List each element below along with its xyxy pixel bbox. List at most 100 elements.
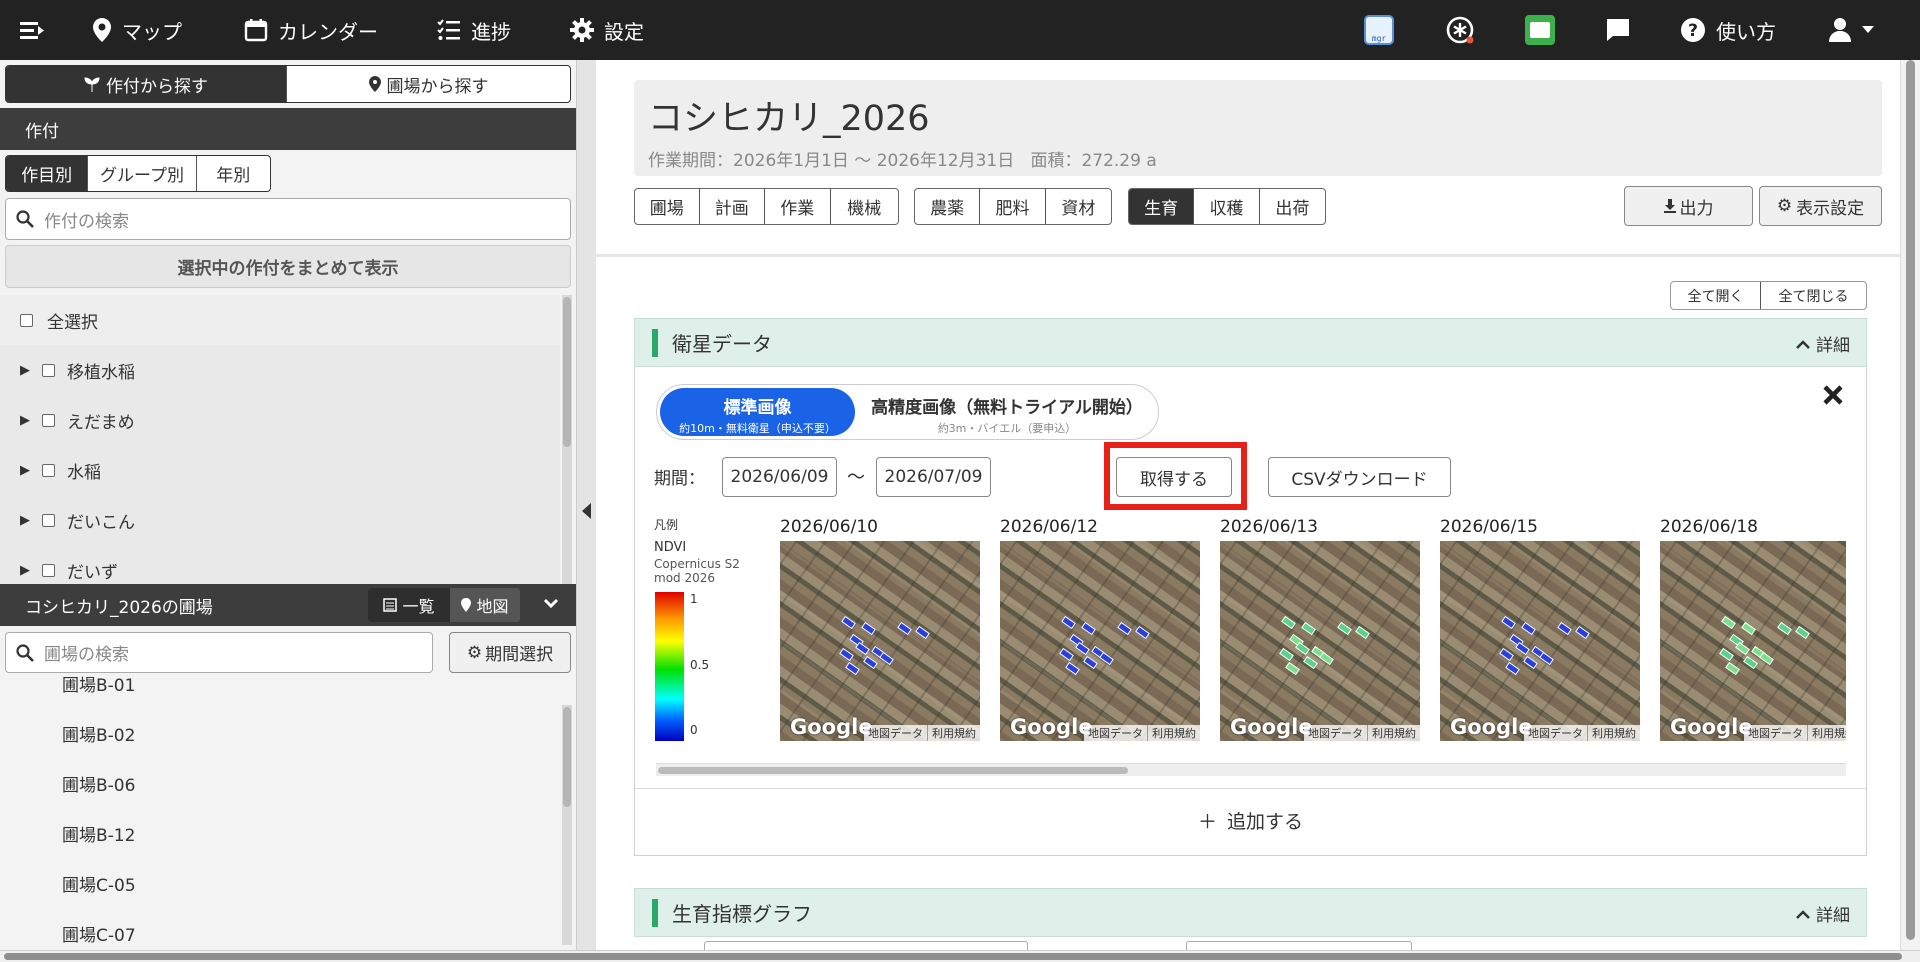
- horizontal-scrollbar[interactable]: [0, 950, 1920, 962]
- collapse-all-button[interactable]: 全て閉じる: [1761, 282, 1866, 309]
- select-all-row[interactable]: 全選択: [0, 295, 560, 345]
- map-data-link[interactable]: 地図データ: [1524, 725, 1587, 741]
- standard-image-option[interactable]: 標準画像 約10m・無料衛星（申込不要）: [660, 388, 855, 436]
- expand-triangle-icon[interactable]: ▶: [20, 563, 30, 578]
- satellite-image[interactable]: Google地図データ利用規約: [1660, 541, 1846, 741]
- nav-progress[interactable]: 進捗: [437, 0, 511, 60]
- satellite-image[interactable]: Google地図データ利用規約: [1440, 541, 1640, 741]
- tab-list-view[interactable]: 一覧: [368, 588, 450, 622]
- crop-row[interactable]: ▶ えだまめ: [0, 395, 560, 445]
- show-selected-crops-button[interactable]: 選択中の作付をまとめて表示: [5, 245, 571, 288]
- crop-checkbox[interactable]: [42, 464, 55, 477]
- high-res-image-option[interactable]: 高精度画像（無料トライアル開始） 約3m・バイエル（要申込）: [862, 388, 1152, 436]
- terms-link[interactable]: 利用規約: [1367, 725, 1420, 741]
- divider: [596, 254, 1900, 257]
- field-row[interactable]: 圃場B-12: [0, 808, 560, 858]
- tab-materials[interactable]: 資材: [1046, 189, 1111, 224]
- user-icon: [1828, 17, 1852, 43]
- tab-fields[interactable]: 圃場: [635, 189, 700, 224]
- tab-shipping[interactable]: 出荷: [1260, 189, 1325, 224]
- mgr-app-icon[interactable]: mgr: [1364, 0, 1394, 60]
- tab-search-by-crop[interactable]: 作付から探す: [6, 66, 287, 102]
- search-icon: [16, 210, 34, 228]
- crop-row[interactable]: ▶ 移植水稲: [0, 345, 560, 395]
- tab-by-crop-type[interactable]: 作目別: [6, 156, 88, 191]
- satellite-detail-toggle[interactable]: 詳細: [1796, 319, 1850, 368]
- collapse-chevron-icon[interactable]: [543, 598, 559, 610]
- nav-settings[interactable]: 設定: [570, 0, 644, 60]
- chat-icon[interactable]: [1604, 0, 1632, 60]
- tab-work[interactable]: 作業: [765, 189, 831, 224]
- terms-link[interactable]: 利用規約: [1587, 725, 1640, 741]
- crop-checkbox[interactable]: [42, 364, 55, 377]
- nav-help[interactable]: ? 使い方: [1680, 0, 1776, 60]
- tab-harvest[interactable]: 収穫: [1194, 189, 1259, 224]
- nav-map[interactable]: マップ: [92, 0, 182, 60]
- image-strip-scrollbar[interactable]: [656, 763, 1846, 776]
- select-all-checkbox[interactable]: [20, 314, 33, 327]
- satellite-image[interactable]: Google地図データ利用規約: [780, 541, 980, 741]
- expand-triangle-icon[interactable]: ▶: [20, 363, 30, 378]
- add-image-button[interactable]: ＋ 追加する: [635, 795, 1866, 845]
- user-menu[interactable]: [1828, 0, 1874, 60]
- map-data-link[interactable]: 地図データ: [1084, 725, 1147, 741]
- crop-checkbox[interactable]: [42, 414, 55, 427]
- field-row[interactable]: 圃場B-02: [0, 708, 560, 758]
- panel-splitter[interactable]: [576, 60, 596, 950]
- growth-graph-card-header[interactable]: 生育指標グラフ 詳細: [634, 888, 1867, 937]
- crop-checkbox[interactable]: [42, 514, 55, 527]
- csv-download-button[interactable]: CSVダウンロード: [1268, 457, 1451, 497]
- menu-toggle-icon[interactable]: [18, 0, 46, 60]
- start-date-input[interactable]: 2026/06/09: [722, 457, 837, 497]
- close-icon[interactable]: [1822, 384, 1844, 406]
- end-date-input[interactable]: 2026/07/09: [876, 457, 991, 497]
- field-list-scrollbar[interactable]: [562, 705, 572, 945]
- map-data-link[interactable]: 地図データ: [1304, 725, 1367, 741]
- expand-triangle-icon[interactable]: ▶: [20, 463, 30, 478]
- crop-checkbox[interactable]: [42, 564, 55, 577]
- google-logo: Google: [1010, 715, 1093, 739]
- field-row[interactable]: 圃場C-07: [0, 908, 560, 950]
- period-select-button[interactable]: ⚙ 期間選択: [449, 632, 571, 673]
- tab-pesticides[interactable]: 農薬: [915, 189, 980, 224]
- help-circle-icon: ?: [1680, 17, 1706, 43]
- page-scrollbar[interactable]: [1900, 60, 1920, 950]
- tab-fertilizers[interactable]: 肥料: [980, 189, 1045, 224]
- notification-icon[interactable]: [1445, 0, 1475, 60]
- tab-by-group[interactable]: グループ別: [88, 156, 196, 191]
- tab-map-view[interactable]: 地図: [450, 588, 520, 622]
- field-row[interactable]: 圃場B-01: [0, 675, 560, 708]
- expand-all-button[interactable]: 全て開く: [1671, 282, 1761, 309]
- satellite-card-header[interactable]: 衛星データ 詳細: [634, 318, 1867, 367]
- map-data-link[interactable]: 地図データ: [1744, 725, 1807, 741]
- display-settings-button[interactable]: ⚙ 表示設定: [1759, 186, 1882, 226]
- tab-machines[interactable]: 機械: [831, 189, 898, 224]
- crop-row[interactable]: ▶ だいこん: [0, 495, 560, 545]
- collapse-left-icon[interactable]: [582, 503, 592, 519]
- terms-link[interactable]: 利用規約: [927, 725, 980, 741]
- fetch-button[interactable]: 取得する: [1116, 457, 1232, 497]
- field-row[interactable]: 圃場C-05: [0, 858, 560, 908]
- tab-search-by-field[interactable]: 圃場から探す: [287, 66, 570, 102]
- field-search-input[interactable]: 圃場の検索: [5, 632, 433, 673]
- map-data-link[interactable]: 地図データ: [864, 725, 927, 741]
- terms-link[interactable]: 利用規約: [1147, 725, 1200, 741]
- crop-search-input[interactable]: 作付の検索: [5, 198, 571, 240]
- field-row[interactable]: 圃場B-06: [0, 758, 560, 808]
- expand-triangle-icon[interactable]: ▶: [20, 513, 30, 528]
- crop-list-scrollbar[interactable]: [562, 295, 572, 585]
- tab-by-year[interactable]: 年別: [197, 156, 270, 191]
- field-notebook-icon[interactable]: [1525, 0, 1555, 60]
- satellite-image[interactable]: Google地図データ利用規約: [1000, 541, 1200, 741]
- satellite-image[interactable]: Google地図データ利用規約: [1220, 541, 1420, 741]
- crop-row[interactable]: ▶ 水稲: [0, 445, 560, 495]
- nav-calendar[interactable]: カレンダー: [244, 0, 378, 60]
- nav-help-label: 使い方: [1716, 16, 1776, 45]
- growth-detail-toggle[interactable]: 詳細: [1796, 889, 1850, 938]
- tab-plan[interactable]: 計画: [700, 189, 766, 224]
- terms-link[interactable]: 利用規約: [1807, 725, 1846, 741]
- crop-row[interactable]: ▶ だいず: [0, 545, 560, 585]
- expand-triangle-icon[interactable]: ▶: [20, 413, 30, 428]
- tab-growth[interactable]: 生育: [1129, 189, 1194, 224]
- export-button[interactable]: 出力: [1624, 186, 1753, 226]
